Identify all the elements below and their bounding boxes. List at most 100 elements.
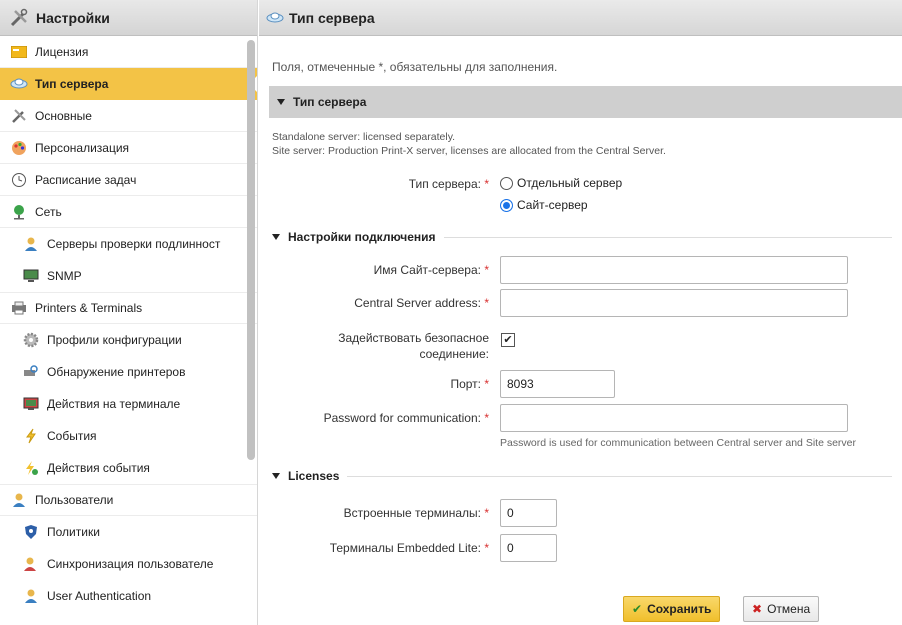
sidebar-item-config-profiles[interactable]: Профили конфигурации [0, 324, 257, 356]
server-type-label: Тип сервера: * [319, 177, 489, 191]
section-licenses-header[interactable]: Licenses [272, 469, 892, 483]
sidebar-item-event-actions[interactable]: Действия события [0, 452, 257, 484]
sidebar-item-label: Сеть [35, 204, 62, 219]
required-mark: * [484, 177, 489, 191]
collapse-triangle-icon [272, 234, 280, 240]
radio-standalone-server[interactable]: Отдельный сервер [500, 176, 622, 190]
sidebar-item-user-auth[interactable]: User Authentication [0, 580, 257, 612]
section-connection-settings-header[interactable]: Настройки подключения [272, 230, 892, 244]
radio-site-server[interactable]: Сайт-сервер [500, 198, 588, 212]
sidebar-item-label: SNMP [47, 269, 82, 283]
site-server-name-field[interactable] [500, 256, 848, 284]
secure-connection-checkbox[interactable]: ✔ [501, 333, 515, 347]
embedded-lite-terminals-label: Терминалы Embedded Lite: * [289, 541, 489, 555]
user-auth-icon [22, 587, 40, 605]
tools-icon [8, 7, 30, 29]
palette-icon [10, 139, 28, 157]
sidebar-item-label: Действия события [47, 461, 150, 475]
sidebar-item-terminal-actions[interactable]: Действия на терминале [0, 388, 257, 420]
sidebar-item-user-sync[interactable]: Синхронизация пользователе [0, 548, 257, 580]
port-label: Порт: * [289, 377, 489, 391]
port-field[interactable]: 8093 [500, 370, 615, 398]
radio-label: Сайт-сервер [517, 198, 588, 212]
label-text: Встроенные терминалы: [343, 506, 481, 520]
button-label: Отмена [767, 602, 811, 616]
sidebar-item-label: События [47, 429, 97, 443]
button-label: Сохранить [647, 602, 712, 616]
general-tools-icon [10, 107, 28, 125]
secure-connection-label: Задействовать безопасное соединение: [289, 330, 489, 362]
lightning-icon [22, 427, 40, 445]
sidebar-item-label: Расписание задач [35, 172, 137, 187]
sidebar-item-label: User Authentication [47, 589, 152, 603]
description-site: Site server: Production Print-X server, … [272, 145, 666, 157]
cancel-button[interactable]: ✖ Отмена [743, 596, 820, 622]
sidebar-item-label: Лицензия [35, 44, 89, 59]
label-text-line1: Задействовать безопасное [338, 331, 489, 345]
sidebar-header: Настройки [0, 0, 257, 36]
license-icon [10, 43, 28, 61]
sidebar-item-printer-discovery[interactable]: Обнаружение принтеров [0, 356, 257, 388]
shield-icon [22, 523, 40, 541]
gear-icon [22, 331, 40, 349]
password-hint: Password is used for communication betwe… [500, 437, 856, 449]
sidebar-title: Настройки [36, 9, 110, 26]
page-title: Тип сервера [289, 9, 375, 26]
network-globe-icon [10, 203, 28, 221]
sidebar-item-server-type[interactable]: Тип сервера [0, 68, 257, 100]
central-server-address-label: Central Server address: * [289, 296, 489, 310]
label-text: Имя Сайт-сервера: [373, 263, 481, 277]
auth-server-icon [22, 235, 40, 253]
label-text: Тип сервера: [408, 177, 481, 191]
collapse-triangle-icon [272, 473, 280, 479]
sidebar-item-general[interactable]: Основные [0, 100, 257, 132]
sidebar-item-printers-terminals[interactable]: Printers & Terminals [0, 292, 257, 324]
sidebar-item-label: Синхронизация пользователе [47, 557, 214, 571]
sidebar-item-personalization[interactable]: Персонализация [0, 132, 257, 164]
description-standalone: Standalone server: licensed separately. [272, 131, 456, 143]
required-mark: * [484, 541, 489, 555]
radio-button[interactable] [500, 176, 513, 190]
user-icon [10, 491, 28, 509]
password-field[interactable] [500, 404, 848, 432]
server-type-icon [265, 8, 285, 28]
required-fields-note: Поля, отмеченные *, обязательны для запо… [272, 60, 558, 74]
password-label: Password for communication: * [269, 411, 489, 425]
save-button[interactable]: ✔ Сохранить [623, 596, 721, 622]
sidebar-item-label: Серверы проверки подлинност [47, 237, 221, 251]
sidebar-item-policies[interactable]: Политики [0, 516, 257, 548]
sidebar-item-snmp[interactable]: SNMP [0, 260, 257, 292]
sidebar-item-users[interactable]: Пользователи [0, 484, 257, 516]
sidebar-item-auth-servers[interactable]: Серверы проверки подлинност [0, 228, 257, 260]
radio-button-checked[interactable] [500, 198, 513, 212]
sidebar-item-label: Пользователи [35, 493, 114, 507]
monitor-icon [22, 267, 40, 285]
sidebar-item-label: Профили конфигурации [47, 333, 182, 347]
label-text: Central Server address: [354, 296, 481, 310]
checkmark-icon: ✔ [632, 602, 643, 616]
required-mark: * [484, 263, 489, 277]
sidebar-item-network[interactable]: Сеть [0, 196, 257, 228]
sidebar-item-label: Персонализация [35, 140, 130, 155]
embedded-terminals-label: Встроенные терминалы: * [289, 506, 489, 520]
section-server-type-header[interactable]: Тип сервера [269, 86, 902, 118]
embedded-terminals-field[interactable]: 0 [500, 499, 557, 527]
printer-icon [10, 299, 28, 317]
subsection-title: Licenses [288, 469, 340, 483]
required-mark: * [484, 411, 489, 425]
required-mark: * [484, 377, 489, 391]
sidebar-item-events[interactable]: События [0, 420, 257, 452]
sidebar-item-license[interactable]: Лицензия [0, 36, 257, 68]
user-sync-icon [22, 555, 40, 573]
embedded-lite-terminals-field[interactable]: 0 [500, 534, 557, 562]
server-type-icon [10, 75, 28, 93]
main-panel: Тип сервера Поля, отмеченные *, обязател… [259, 0, 902, 625]
subsection-title: Настройки подключения [288, 230, 436, 244]
central-server-address-field[interactable] [500, 289, 848, 317]
sidebar-scrollbar[interactable] [247, 40, 255, 460]
sidebar-item-scheduler[interactable]: Расписание задач [0, 164, 257, 196]
sidebar-item-label: Обнаружение принтеров [47, 365, 186, 379]
collapse-triangle-icon [277, 99, 285, 105]
settings-sidebar: Настройки Лицензия Тип сервера Основные … [0, 0, 258, 625]
required-mark: * [484, 296, 489, 310]
